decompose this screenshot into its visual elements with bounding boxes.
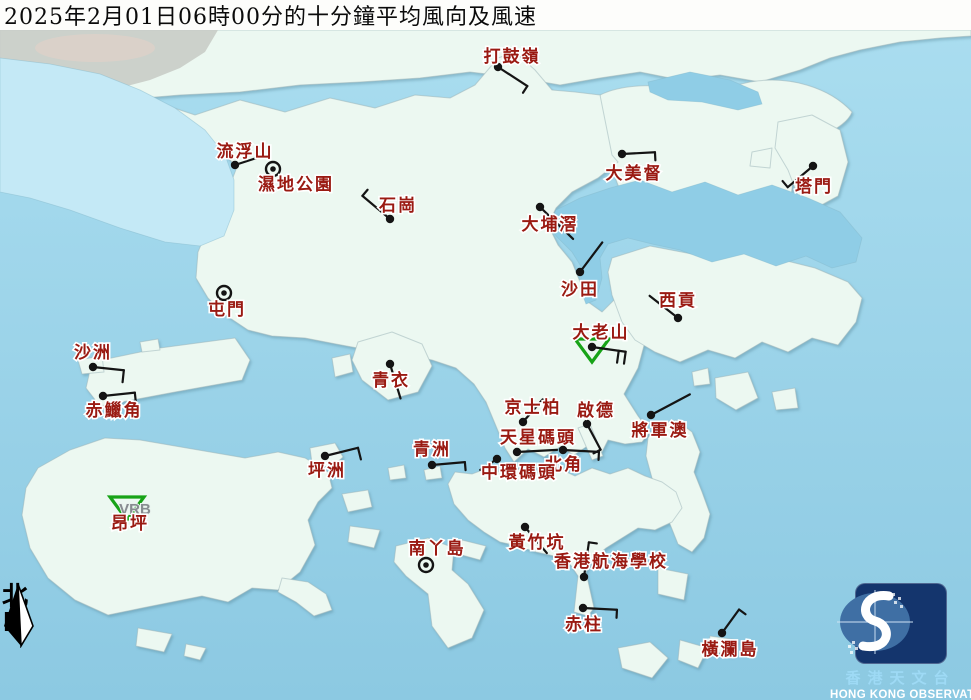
station-label: 黃竹坑 (508, 532, 566, 553)
station-label: 赤柱 (565, 614, 603, 635)
station-label: 青衣 (372, 370, 410, 391)
station-label: 赤鱲角 (86, 400, 143, 421)
station-label: 濕地公園 (258, 174, 334, 195)
hko-logo: 香港天文台 HONG KONG OBSERVATORY (830, 583, 971, 700)
station-label: 南丫島 (409, 538, 466, 559)
station-label: 屯門 (208, 299, 246, 320)
station-label: 大埔滘 (522, 214, 579, 235)
station-label: 沙洲 (74, 343, 112, 363)
station-label: 天星碼頭 (500, 428, 576, 448)
station-label: 中環碼頭 (481, 462, 557, 483)
station-label: 將軍澳 (632, 420, 689, 441)
station-label: 沙田 (561, 280, 599, 300)
calm-dot-icon (221, 290, 227, 296)
weather-map-screen: 打鼓嶺流浮山濕地公園石崗 大美督塔門大埔滘沙田西貢 屯門沙洲赤鱲角 大老山青衣坪洲 青洲… (0, 0, 971, 700)
station-label: 流浮山 (217, 141, 274, 162)
map-title: 2025年2月01日06時00分的十分鐘平均風向及風速 (0, 0, 537, 31)
north-arrow-icon (2, 584, 36, 648)
hko-emblem-icon (855, 583, 947, 664)
logo-name-cn: 香港天文台 (830, 667, 971, 688)
station-label: 打鼓嶺 (484, 46, 541, 67)
calm-dot-icon (270, 166, 276, 172)
station-label: 大老山 (573, 322, 630, 343)
title-bar: 2025年2月01日06時00分的十分鐘平均風向及風速 (0, 0, 971, 30)
wind-barb-tick (123, 370, 124, 382)
station-label: 西貢 (659, 291, 697, 311)
calm-dot-icon (423, 562, 429, 568)
station-label: 大美督 (606, 163, 663, 184)
station-label: 啟德 (577, 400, 615, 421)
station-label: 京士柏 (505, 397, 562, 418)
station-label: 香港航海學校 (554, 551, 668, 572)
station-label: 橫瀾島 (702, 639, 759, 660)
station-label: 青洲 (413, 439, 451, 460)
hk-map: 打鼓嶺流浮山濕地公園石崗 大美督塔門大埔滘沙田西貢 屯門沙洲赤鱲角 大老山青衣坪洲 青洲… (0, 0, 971, 700)
station-label: 坪洲 (308, 461, 346, 481)
compass: 北 N (2, 584, 42, 634)
wind-barb-tick (465, 462, 466, 470)
station-label: 石崗 (378, 196, 417, 216)
station-label: 昂坪 (111, 514, 149, 534)
wind-barb-tick (589, 542, 597, 543)
station-label: 塔門 (795, 176, 833, 197)
logo-name-en: HONG KONG OBSERVATORY (830, 689, 971, 700)
